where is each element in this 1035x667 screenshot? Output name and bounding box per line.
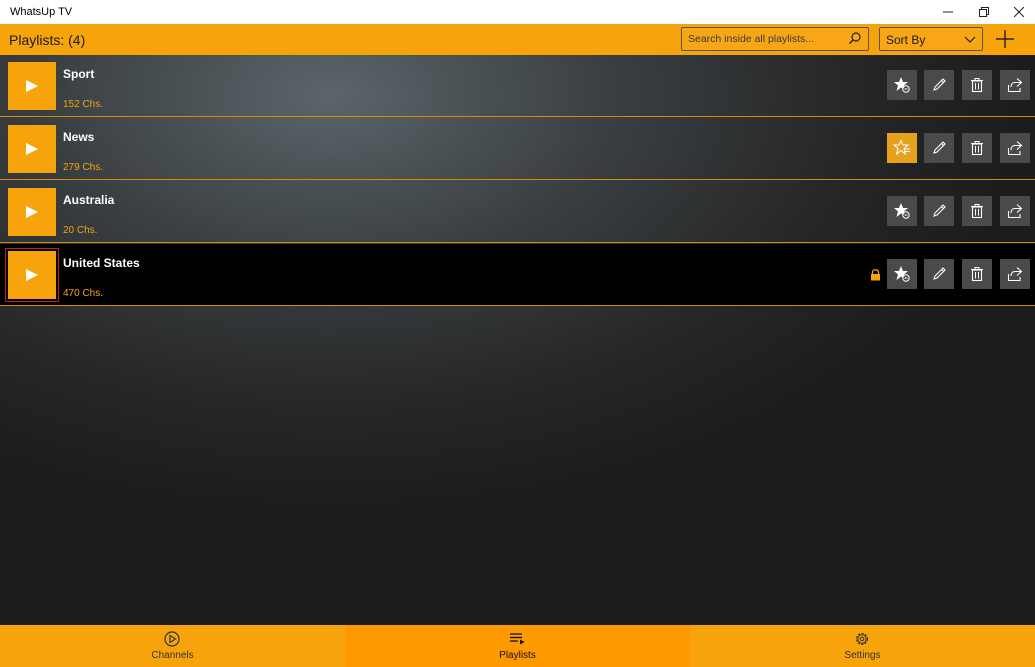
header-bar: Playlists: (4) Sort By [0, 24, 1035, 55]
sort-dropdown[interactable]: Sort By [879, 27, 983, 51]
star-icon [894, 77, 910, 93]
play-icon [26, 143, 38, 155]
trash-icon [971, 204, 983, 219]
search-icon[interactable] [848, 31, 862, 45]
delete-button[interactable] [962, 70, 992, 100]
share-icon [1007, 204, 1023, 219]
favorite-button[interactable] [887, 70, 917, 100]
app-title: WhatsUp TV [10, 6, 73, 18]
playlist-list: Sport 152 Chs. News 279 Chs. Australia 2… [0, 55, 1035, 625]
pencil-icon [933, 204, 946, 217]
delete-button[interactable] [962, 196, 992, 226]
restore-icon [979, 7, 989, 17]
pencil-icon [933, 267, 946, 280]
pencil-icon [933, 141, 946, 154]
tab-playlists[interactable]: Playlists [345, 625, 690, 667]
plus-icon[interactable] [994, 28, 1016, 50]
channel-count: 279 Chs. [63, 162, 104, 173]
playlist-row-united-states[interactable]: United States 470 Chs. [0, 244, 1035, 306]
playlist-row-australia[interactable]: Australia 20 Chs. [0, 181, 1035, 243]
playlist-name: Sport [63, 67, 95, 81]
channel-count: 470 Chs. [63, 288, 104, 299]
play-button[interactable] [8, 188, 56, 236]
search-input[interactable] [682, 28, 850, 50]
edit-button[interactable] [924, 133, 954, 163]
channel-count: 152 Chs. [63, 99, 104, 110]
playlist-name: United States [63, 256, 140, 270]
trash-icon [971, 78, 983, 93]
gear-icon [855, 632, 869, 646]
star-icon [894, 266, 910, 282]
playlist-icon [510, 633, 525, 645]
tab-channels[interactable]: Channels [0, 625, 345, 667]
play-icon [26, 206, 38, 218]
pencil-icon [933, 78, 946, 91]
share-icon [1007, 78, 1023, 93]
share-icon [1007, 267, 1023, 282]
share-button[interactable] [1000, 70, 1030, 100]
bottom-nav: Channels Playlists Settings [0, 625, 1035, 667]
delete-button[interactable] [962, 133, 992, 163]
chevron-down-icon [964, 36, 976, 43]
channel-count: 20 Chs. [63, 225, 98, 236]
share-button[interactable] [1000, 259, 1030, 289]
delete-button[interactable] [962, 259, 992, 289]
trash-icon [971, 141, 983, 156]
play-icon [26, 80, 38, 92]
favorite-button[interactable] [887, 196, 917, 226]
play-button[interactable] [5, 248, 59, 302]
edit-button[interactable] [924, 259, 954, 289]
page-title: Playlists: (4) [9, 32, 86, 48]
edit-button[interactable] [924, 196, 954, 226]
tab-label: Playlists [499, 650, 536, 661]
share-icon [1007, 141, 1023, 156]
tab-label: Channels [151, 650, 194, 661]
lock-icon [871, 269, 880, 281]
edit-button[interactable] [924, 70, 954, 100]
share-button[interactable] [1000, 196, 1030, 226]
tab-settings[interactable]: Settings [690, 625, 1035, 667]
close-icon [1014, 7, 1024, 17]
minimize-icon [943, 11, 953, 13]
play-icon [26, 269, 38, 281]
trash-icon [971, 267, 983, 282]
star-outline-icon [893, 139, 910, 156]
share-button[interactable] [1000, 133, 1030, 163]
close-button[interactable] [1001, 0, 1035, 24]
search-box[interactable] [681, 27, 869, 51]
sort-label: Sort By [886, 33, 926, 47]
favorite-button[interactable] [887, 259, 917, 289]
title-bar: WhatsUp TV [0, 0, 1035, 24]
play-button[interactable] [8, 62, 56, 110]
star-icon [894, 203, 910, 219]
playlist-name: News [63, 130, 95, 144]
favorite-button[interactable] [887, 133, 917, 163]
playlist-name: Australia [63, 193, 115, 207]
playlist-row-news[interactable]: News 279 Chs. [0, 118, 1035, 180]
play-circle-icon [164, 631, 180, 647]
playlist-row-sport[interactable]: Sport 152 Chs. [0, 55, 1035, 117]
tab-label: Settings [844, 650, 881, 661]
play-button[interactable] [8, 125, 56, 173]
restore-button[interactable] [966, 0, 1002, 24]
minimize-button[interactable] [930, 0, 966, 24]
